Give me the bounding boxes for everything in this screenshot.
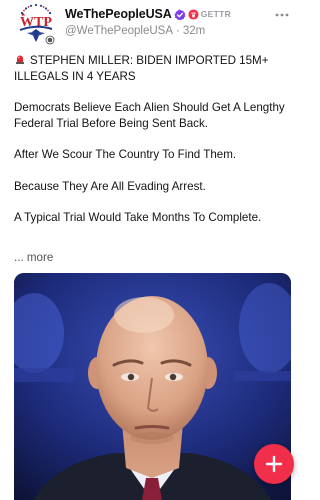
gettr-badge-label: GETTR bbox=[200, 9, 232, 19]
siren-emoji-icon bbox=[14, 53, 26, 65]
author-info: WeThePeopleUSA GETTR @WeThePeopleUSA · 32m bbox=[65, 6, 265, 37]
separator-dot: · bbox=[176, 25, 180, 37]
post-header: WTP WeThePeopleUSA GETTR @WeThePeopleUSA… bbox=[0, 0, 305, 48]
more-horizontal-icon[interactable] bbox=[275, 4, 289, 20]
post-paragraph: Because They Are All Evading Arrest. bbox=[14, 179, 206, 193]
wtp-logo-icon: WTP bbox=[15, 3, 57, 45]
compose-button[interactable] bbox=[254, 444, 294, 484]
post-paragraph: A Typical Trial Would Take Months To Com… bbox=[14, 211, 262, 224]
gettr-badge: GETTR bbox=[188, 8, 232, 20]
post-headline-text: STEPHEN MILLER: BIDEN IMPORTED 15M+ ILLE… bbox=[14, 54, 269, 83]
author-display-name[interactable]: WeThePeopleUSA bbox=[65, 7, 172, 21]
post-paragraph: After We Scour The Country To Find Them. bbox=[14, 148, 237, 161]
meta-row: @WeThePeopleUSA · 32m bbox=[65, 25, 265, 37]
post-timestamp: 32m bbox=[182, 25, 206, 37]
post-headline: STEPHEN MILLER: BIDEN IMPORTED 15M+ ILLE… bbox=[14, 53, 294, 84]
post-text: STEPHEN MILLER: BIDEN IMPORTED 15M+ ILLE… bbox=[14, 53, 294, 242]
verified-badge-icon bbox=[174, 8, 186, 21]
author-avatar[interactable]: WTP bbox=[14, 2, 58, 46]
post-image[interactable] bbox=[14, 273, 291, 500]
portrait-photo bbox=[14, 273, 291, 500]
more-link[interactable]: ... more bbox=[14, 251, 53, 264]
gettr-logo-icon bbox=[188, 8, 199, 20]
plus-icon bbox=[265, 455, 283, 473]
name-row: WeThePeopleUSA GETTR bbox=[65, 6, 265, 22]
author-handle[interactable]: @WeThePeopleUSA bbox=[65, 25, 173, 37]
post-paragraph: Democrats Believe Each Alien Should Get … bbox=[14, 101, 285, 130]
